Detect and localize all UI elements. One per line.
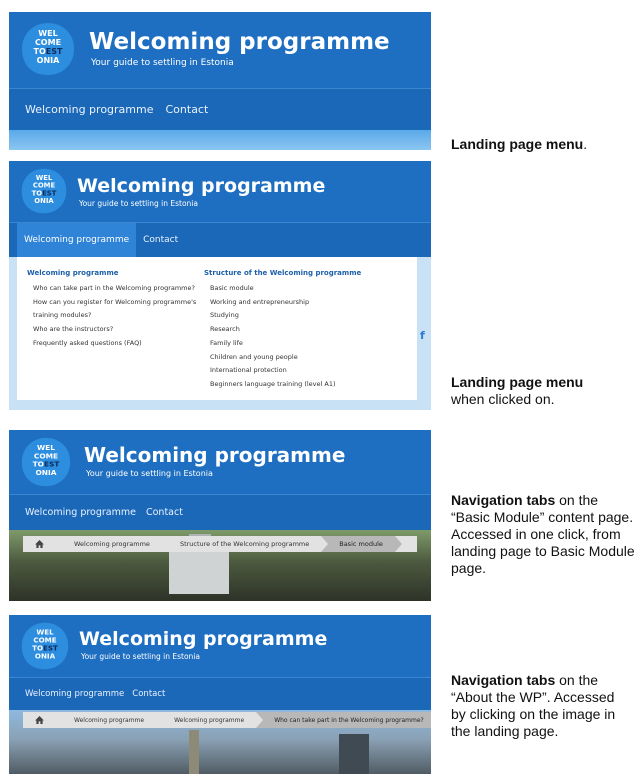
home-icon [35, 540, 44, 548]
site-logo[interactable]: WEL COME TOEST ONIA [20, 621, 70, 671]
site-header: WEL COME TOEST ONIA Welcoming programme … [9, 12, 431, 88]
site-subtitle: Your guide to settling in Estonia [86, 469, 213, 478]
dropdown-link[interactable]: Working and entrepreneurship [210, 296, 361, 310]
site-header: WEL COME TOEST ONIA Welcoming programme … [9, 615, 431, 677]
site-title[interactable]: Welcoming programme [84, 443, 345, 467]
svg-text:COME: COME [33, 182, 56, 190]
svg-text:COME: COME [35, 38, 61, 47]
dropdown-link[interactable]: Who are the instructors? [33, 323, 196, 337]
nav-item-contact[interactable]: Contact [143, 235, 178, 245]
welcome-to-estonia-logo: WEL COME TOEST ONIA [21, 622, 69, 670]
dropdown-link[interactable]: Basic module [210, 282, 361, 296]
nav-item-contact[interactable]: Contact [132, 689, 165, 699]
screenshot-landing-menu: WEL COME TOEST ONIA Welcoming programme … [9, 12, 431, 150]
facebook-icon[interactable]: f [420, 329, 425, 342]
svg-text:ONIA: ONIA [34, 197, 54, 205]
svg-text:TOEST: TOEST [34, 47, 63, 56]
nav-item-welcoming-programme[interactable]: Welcoming programme [17, 223, 137, 257]
dropdown-link[interactable]: Children and young people [210, 351, 361, 365]
site-subtitle: Your guide to settling in Estonia [81, 652, 200, 661]
nav-item-welcoming-programme[interactable]: Welcoming programme [25, 103, 154, 116]
dropdown-heading-welcoming[interactable]: Welcoming programme [27, 269, 196, 277]
main-nav: Welcoming programme Contact [9, 222, 431, 257]
caption-about-wp: Navigation tabs on the “About the WP”. A… [451, 672, 631, 740]
caption-landing-menu: Landing page menu. [451, 136, 587, 153]
svg-text:ONIA: ONIA [37, 56, 60, 65]
site-logo[interactable]: WEL COME TOEST ONIA [20, 21, 76, 77]
caption-1-bold: Landing page menu [451, 136, 584, 152]
site-title[interactable]: Welcoming programme [89, 29, 390, 55]
hero-image-strip[interactable] [9, 130, 431, 150]
breadcrumb-item[interactable]: Welcoming programme [156, 712, 264, 728]
dropdown-link[interactable]: Research [210, 323, 361, 337]
breadcrumb-item[interactable]: Welcoming programme [56, 712, 164, 728]
dropdown-link[interactable]: International protection [210, 364, 361, 378]
screenshot-landing-menu-open: WEL COME TOEST ONIA Welcoming programme … [9, 161, 431, 410]
dropdown-link[interactable]: Family life [210, 337, 361, 351]
welcome-to-estonia-logo: WEL COME TOEST ONIA [22, 23, 74, 75]
caption-basic-module: Navigation tabs on the “Basic Module” co… [451, 492, 635, 577]
nav-item-contact[interactable]: Contact [146, 507, 183, 518]
svg-text:ONIA: ONIA [36, 468, 57, 477]
caption-2-rest: when clicked on. [451, 391, 555, 407]
breadcrumb-item[interactable]: Welcoming programme [56, 536, 169, 552]
svg-text:TOEST: TOEST [32, 189, 57, 197]
main-nav: Welcoming programme Contact [9, 88, 431, 130]
dropdown-link[interactable]: Who can take part in the Welcoming progr… [33, 282, 196, 296]
site-logo[interactable]: WEL COME TOEST ONIA [20, 167, 68, 215]
breadcrumb-item[interactable]: Structure of the Welcoming programme [162, 536, 329, 552]
breadcrumb-current[interactable]: Who can take part in the Welcoming progr… [256, 712, 431, 728]
screenshot-about-wp-page: WEL COME TOEST ONIA Welcoming programme … [9, 615, 431, 774]
breadcrumb-home[interactable] [23, 712, 63, 728]
nav-item-contact[interactable]: Contact [166, 103, 209, 116]
site-subtitle: Your guide to settling in Estonia [79, 199, 198, 208]
site-title[interactable]: Welcoming programme [77, 175, 325, 197]
breadcrumb: Welcoming programme Structure of the Wel… [23, 536, 417, 552]
dropdown-link[interactable]: training modules? [33, 309, 196, 323]
site-logo[interactable]: WEL COME TOEST ONIA [20, 436, 72, 488]
dropdown-link[interactable]: Frequently asked questions (FAQ) [33, 337, 196, 351]
svg-text:WEL: WEL [38, 29, 57, 38]
caption-4-bold: Navigation tabs [451, 672, 556, 688]
site-header: WEL COME TOEST ONIA Welcoming programme … [9, 430, 431, 494]
welcome-to-estonia-logo: WEL COME TOEST ONIA [21, 437, 71, 487]
caption-landing-menu-open: Landing page menu when clicked on. [451, 374, 583, 408]
svg-text:ONIA: ONIA [35, 652, 56, 661]
caption-2-bold: Landing page menu [451, 374, 584, 390]
breadcrumb: Welcoming programme Welcoming programme … [23, 712, 431, 728]
caption-1-rest: . [583, 136, 588, 152]
dropdown-column-welcoming: Welcoming programme Who can take part in… [27, 269, 196, 351]
dropdown-column-structure: Structure of the Welcoming programme Bas… [204, 269, 361, 392]
nav-item-welcoming-programme[interactable]: Welcoming programme [25, 507, 136, 518]
caption-3-bold: Navigation tabs [451, 492, 556, 508]
main-nav: Welcoming programme Contact [9, 677, 431, 710]
dropdown-heading-structure[interactable]: Structure of the Welcoming programme [204, 269, 361, 277]
welcome-to-estonia-logo: WEL COME TOEST ONIA [21, 168, 67, 214]
site-subtitle: Your guide to settling in Estonia [91, 58, 234, 68]
screenshot-basic-module-page: WEL COME TOEST ONIA Welcoming programme … [9, 430, 431, 601]
dropdown-link[interactable]: Beginners language training (level A1) [210, 378, 361, 392]
dropdown-link[interactable]: Studying [210, 309, 361, 323]
breadcrumb-home[interactable] [23, 536, 63, 552]
nav-dropdown-menu: Welcoming programme Who can take part in… [17, 257, 417, 400]
site-title[interactable]: Welcoming programme [79, 628, 327, 650]
site-header: WEL COME TOEST ONIA Welcoming programme … [9, 161, 431, 222]
nav-item-welcoming-programme[interactable]: Welcoming programme [25, 689, 124, 699]
svg-text:WEL: WEL [36, 174, 53, 182]
breadcrumb-current[interactable]: Basic module [321, 536, 402, 552]
dropdown-link[interactable]: How can you register for Welcoming progr… [33, 296, 196, 310]
main-nav: Welcoming programme Contact [9, 494, 431, 530]
home-icon [35, 716, 44, 724]
